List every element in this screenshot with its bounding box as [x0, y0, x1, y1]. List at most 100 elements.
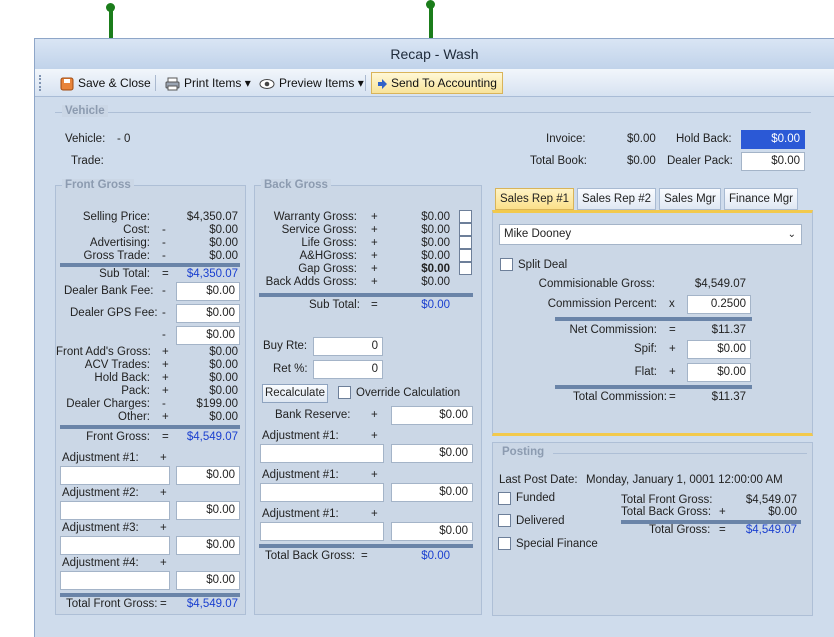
back-adjustment-2-desc-input[interactable] — [260, 483, 384, 502]
gap-checkbox[interactable] — [459, 262, 472, 275]
hold-back-input[interactable]: $0.00 — [741, 130, 805, 149]
last-post-date-label: Last Post Date: — [499, 474, 578, 486]
back-adjustment-1-amount-input[interactable]: $0.00 — [391, 444, 473, 463]
adjustment-4-amount-input[interactable]: $0.00 — [176, 571, 240, 590]
service-checkbox[interactable] — [459, 223, 472, 236]
back-adjustment-3-desc-input[interactable] — [260, 522, 384, 541]
dealer-bank-fee-input[interactable]: $0.00 — [176, 282, 240, 301]
hold-back-label: Hold Back: — [676, 133, 732, 145]
print-items-button[interactable]: Print Items ▾ — [162, 72, 254, 94]
dealer-pack-label: Dealer Pack: — [667, 155, 733, 167]
send-to-accounting-button[interactable]: Send To Accounting — [371, 72, 503, 94]
back-adjustment-2-amount-input[interactable]: $0.00 — [391, 483, 473, 502]
adjustment-2-desc-input[interactable] — [60, 501, 170, 520]
life-gross-label: Life Gross: — [301, 237, 357, 249]
back-adjustment-1-desc-input[interactable] — [260, 444, 384, 463]
front-adds-value: $0.00 — [209, 346, 238, 358]
commission-percent-input[interactable]: 0.2500 — [687, 295, 751, 314]
op: + — [160, 452, 167, 464]
print-items-label: Print Items — [184, 76, 242, 90]
funded-checkbox[interactable] — [498, 492, 511, 505]
commissionable-gross-value: $4,549.07 — [694, 278, 746, 290]
hold-back-row-value: $0.00 — [209, 372, 238, 384]
ret-percent-label: Ret %: — [273, 363, 308, 375]
front-gross-label: Front Gross: — [86, 431, 150, 443]
divider — [555, 385, 752, 389]
adjustment-1-amount-input[interactable]: $0.00 — [176, 466, 240, 485]
group-border — [55, 112, 811, 113]
delivered-label: Delivered — [516, 515, 565, 527]
back-gross-group: Back Gross Warranty Gross: + $0.00 Servi… — [254, 179, 482, 615]
ret-percent-input[interactable]: 0 — [313, 360, 383, 379]
ah-checkbox[interactable] — [459, 249, 472, 262]
pack-value: $0.00 — [209, 385, 238, 397]
life-checkbox[interactable] — [459, 236, 472, 249]
adjustment-3-amount-input[interactable]: $0.00 — [176, 536, 240, 555]
adjustment-1-desc-input[interactable] — [60, 466, 170, 485]
flat-label: Flat: — [634, 366, 657, 378]
split-deal-checkbox[interactable] — [500, 258, 513, 271]
warranty-gross-label: Warranty Gross: — [273, 211, 357, 223]
other-value: $0.00 — [209, 411, 238, 423]
toolbar: Save & Close Print Items ▾ Preview Items… — [35, 69, 834, 97]
printer-icon — [165, 77, 180, 91]
selling-price-value: $4,350.07 — [186, 211, 238, 223]
bank-reserve-input[interactable]: $0.00 — [391, 406, 473, 425]
adjustment-4-desc-input[interactable] — [60, 571, 170, 590]
op: + — [371, 237, 378, 249]
total-back-gross-posting-value: $0.00 — [768, 506, 797, 518]
other-fee-input[interactable]: $0.00 — [176, 326, 240, 345]
subtotal-value: $4,350.07 — [186, 268, 238, 280]
gross-trade-label: Gross Trade: — [83, 250, 150, 262]
invoice-value: $0.00 — [627, 133, 656, 145]
op: = — [669, 391, 676, 403]
warranty-checkbox[interactable] — [459, 210, 472, 223]
op: + — [371, 276, 378, 288]
group-border — [553, 453, 807, 454]
acv-trades-value: $0.00 — [209, 359, 238, 371]
vehicle-group-title: Vehicle — [62, 105, 108, 117]
override-calculation-checkbox[interactable] — [338, 386, 351, 399]
op: + — [371, 211, 378, 223]
op: + — [371, 430, 378, 442]
op: + — [371, 263, 378, 275]
vehicle-group: Vehicle Vehicle: - 0 Trade: Invoice: $0.… — [55, 105, 811, 177]
invoice-label: Invoice: — [546, 133, 586, 145]
total-back-gross-posting-label: Total Back Gross: — [621, 506, 712, 518]
total-commission-value: $11.37 — [711, 391, 746, 403]
preview-items-button[interactable]: Preview Items ▾ — [256, 72, 367, 94]
special-finance-checkbox[interactable] — [498, 537, 511, 550]
dealer-gps-fee-input[interactable]: $0.00 — [176, 304, 240, 323]
op: + — [371, 508, 378, 520]
dealer-pack-input[interactable]: $0.00 — [741, 152, 805, 171]
total-gross-label: Total Gross: — [649, 524, 711, 536]
op: = — [669, 324, 676, 336]
tab-finance-mgr[interactable]: Finance Mgr — [724, 188, 798, 210]
flat-input[interactable]: $0.00 — [687, 363, 751, 382]
delivered-checkbox[interactable] — [498, 514, 511, 527]
adjustment-label: Adjustment #1: — [262, 469, 339, 481]
recalculate-button[interactable]: Recalculate — [262, 384, 328, 403]
sales-rep-select[interactable]: Mike Dooney ⌄ — [499, 224, 802, 245]
vehicle-value: - 0 — [117, 133, 131, 145]
back-adjustment-3-amount-input[interactable]: $0.00 — [391, 522, 473, 541]
save-close-button[interactable]: Save & Close — [57, 72, 154, 94]
gap-gross-label: Gap Gross: — [298, 263, 357, 275]
op: - — [162, 307, 166, 319]
toolbar-grip[interactable] — [39, 75, 42, 91]
adjustment-2-amount-input[interactable]: $0.00 — [176, 501, 240, 520]
tab-sales-rep-1[interactable]: Sales Rep #1 — [495, 188, 574, 210]
adjustment-3-desc-input[interactable] — [60, 536, 170, 555]
ah-gross-value: $0.00 — [421, 250, 450, 262]
buy-rate-input[interactable]: 0 — [313, 337, 383, 356]
front-gross-value: $4,549.07 — [186, 431, 238, 443]
adjustment-label: Adjustment #4: — [62, 557, 139, 569]
tab-sales-mgr[interactable]: Sales Mgr — [659, 188, 721, 210]
override-calculation-label: Override Calculation — [356, 387, 461, 399]
spif-input[interactable]: $0.00 — [687, 340, 751, 359]
tab-sales-rep-2[interactable]: Sales Rep #2 — [577, 188, 656, 210]
adjustment-label: Adjustment #1: — [262, 508, 339, 520]
divider — [259, 293, 473, 297]
front-gross-group: Front Gross Selling Price: $4,350.07 Cos… — [55, 179, 246, 615]
hold-back-row-label: Hold Back: — [94, 372, 150, 384]
